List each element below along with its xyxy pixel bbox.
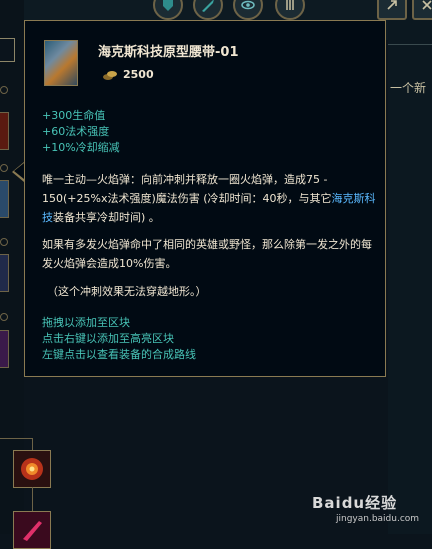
stat-health: +300生命值 xyxy=(42,109,106,122)
hint-drag: 拖拽以添加至区块 xyxy=(42,316,130,329)
left-item-slot[interactable] xyxy=(0,330,9,368)
recipe-item[interactable] xyxy=(13,511,51,549)
left-slot-dot xyxy=(0,313,8,321)
tree-connector xyxy=(32,487,33,511)
stat-ability-power: +60法术强度 xyxy=(42,125,110,138)
watermark-brand: Baidu经验 xyxy=(312,494,398,512)
active-text-end: 装备共享冷却时间) 。 xyxy=(53,211,160,224)
recipe-item[interactable] xyxy=(13,450,51,488)
hint-left-click: 左键点击以查看装备的合成路线 xyxy=(42,348,196,361)
close-icon[interactable] xyxy=(412,0,432,20)
stat-cooldown: +10%冷却缩减 xyxy=(42,141,120,154)
share-icon[interactable] xyxy=(377,0,407,20)
item-icon xyxy=(44,40,78,86)
usage-hints: 拖拽以添加至区块 点击右键以添加至高亮区块 左键点击以查看装备的合成路线 xyxy=(42,315,196,363)
left-slot-dot xyxy=(0,238,8,246)
item-cost: 2500 xyxy=(103,68,154,81)
item-name: 海克斯科技原型腰带-01 xyxy=(98,45,239,60)
tooltip-pointer-inner xyxy=(14,163,24,179)
hint-right-click: 点击右键以添加至高亮区块 xyxy=(42,332,174,345)
left-item-slot[interactable] xyxy=(0,180,9,218)
tree-connector xyxy=(0,438,32,439)
left-item-slot[interactable] xyxy=(0,112,9,150)
background-text: 一个新 xyxy=(390,81,427,95)
item-stats: +300生命值 +60法术强度 +10%冷却缩减 xyxy=(42,108,120,156)
coin-icon xyxy=(103,70,117,80)
watermark-url: jingyan.baidu.com xyxy=(336,514,420,524)
active-label: 唯一主动—火焰弹 xyxy=(42,173,130,186)
left-item-slot[interactable] xyxy=(0,254,9,292)
gold-value: 2500 xyxy=(123,68,154,81)
watermark: Baidu经验 jingyan.baidu.com xyxy=(312,492,422,530)
multi-hit-description: 如果有多发火焰弹命中了相同的英雄或野怪，那么除第一发之外的每发火焰弹会造成10%… xyxy=(42,238,372,270)
tree-connector xyxy=(32,438,33,450)
left-slot-dot xyxy=(0,164,8,172)
item-active-description: 唯一主动—火焰弹：向前冲刺并释放一圈火焰弹，造成75 - 150(+25%x法术… xyxy=(42,170,382,227)
right-divider xyxy=(388,44,432,45)
left-slot-dot xyxy=(0,86,8,94)
terrain-note: （这个冲刺效果无法穿越地形。） xyxy=(47,285,207,298)
item-tooltip: 海克斯科技原型腰带-01 2500 +300生命值 +60法术强度 +10%冷却… xyxy=(14,20,386,377)
left-panel-tab[interactable] xyxy=(0,38,15,62)
